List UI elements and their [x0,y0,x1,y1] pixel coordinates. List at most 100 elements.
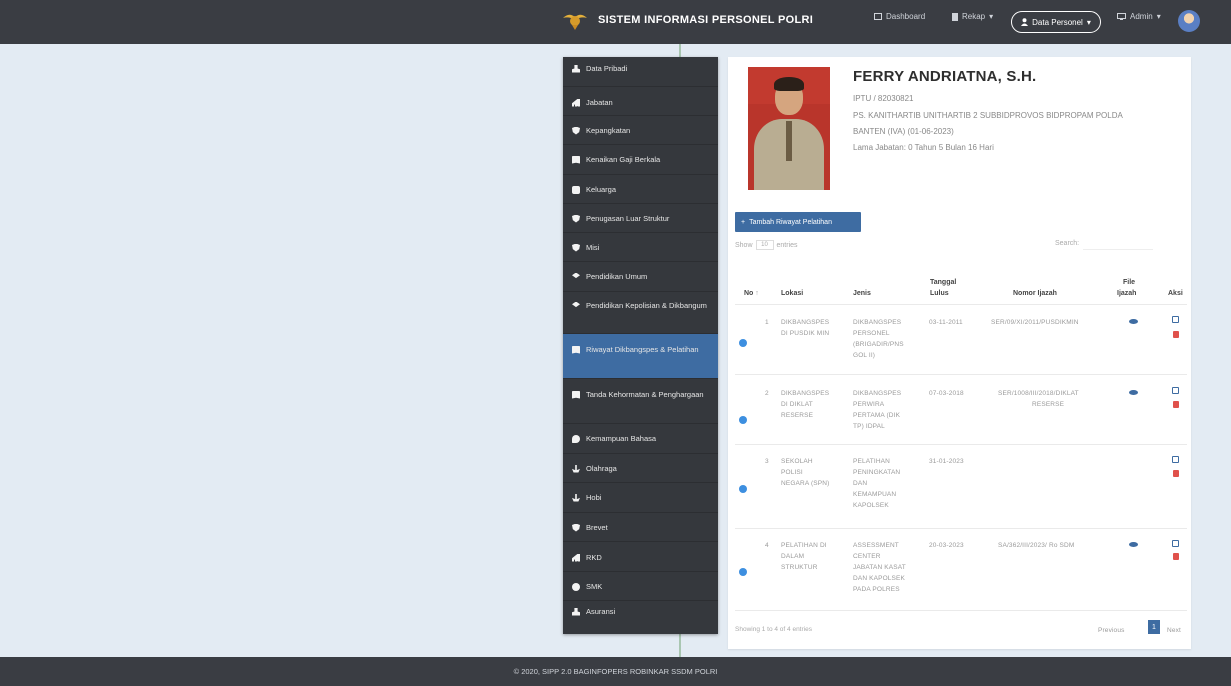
edit-icon[interactable] [1172,540,1179,547]
expand-row-icon[interactable] [739,568,747,576]
caret-down-icon: ▾ [989,12,994,21]
sidebar-item-label: Keluarga [586,185,617,194]
add-training-button[interactable]: + Tambah Riwayat Pelatihan [735,212,861,232]
sidebar-item-riwayat-dikbangspes[interactable]: Riwayat Dikbangspes & Pelatihan [563,334,718,379]
show-label: Show [735,241,753,249]
anchor-icon [572,464,580,473]
row4-jenis-4: DAN KAPOLSEK [853,575,906,582]
edit-icon[interactable] [1172,387,1179,394]
book-icon [572,390,580,399]
expand-row-icon[interactable] [739,485,747,493]
sidebar-item-tanda-kehormatan[interactable]: Tanda Kehormatan & Penghargaan [563,379,718,424]
user-avatar[interactable] [1178,10,1200,32]
delete-icon[interactable] [1173,470,1179,477]
pagination-previous[interactable]: Previous [1098,626,1125,637]
caret-down-icon: ▾ [1086,17,1091,27]
circle-icon [572,582,580,591]
row1-jenis-3: (BRIGADIR/PNS [853,341,904,348]
edit-icon[interactable] [1172,456,1179,463]
sidebar-item-label: Misi [586,243,600,252]
expand-row-icon[interactable] [739,416,747,424]
col-header-file[interactable]: File [1123,277,1135,288]
row2-jenis-1: DIKBANGSPES [853,390,902,397]
delete-icon[interactable] [1173,401,1179,408]
row3-lokasi-1: SEKOLAH [781,458,813,465]
sidebar-item-smk[interactable]: SMK [563,572,718,601]
row4-jenis-1: ASSESSMENT [853,542,899,549]
sidebar-item-kepangkatan[interactable]: Kepangkatan [563,116,718,145]
brand[interactable]: SISTEM INFORMASI PERSONEL POLRI [562,9,813,31]
edit-icon[interactable] [1172,316,1179,323]
row3-jenis-1: PELATIHAN [853,458,890,465]
delete-icon[interactable] [1173,331,1179,338]
row3-jenis-3: DAN [853,480,868,487]
sidebar-item-label: Pendidikan Kepolisian & Dikbangum [586,301,707,310]
sidebar-item-label: Kemampuan Bahasa [586,434,657,443]
view-file-icon[interactable] [1129,390,1138,395]
sidebar-item-pendidikan-kepolisian[interactable]: Pendidikan Kepolisian & Dikbangum [563,292,718,334]
expand-row-icon[interactable] [739,339,747,347]
sidebar-item-jabatan[interactable]: Jabatan [563,87,718,116]
row1-lokasi-1: DIKBANGSPES [781,319,830,326]
row4-jenis-2: CENTER [853,553,881,560]
file-icon [952,12,958,21]
row2-jenis-2: PERWIRA [853,401,885,408]
view-file-icon[interactable] [1129,319,1138,324]
profile-position-line2: BANTEN (IVA) (01-06-2023) [853,127,954,136]
nav-admin[interactable]: Admin ▾ [1117,12,1161,21]
search-input[interactable] [1083,240,1154,250]
sidebar-item-pendidikan-umum[interactable]: Pendidikan Umum [563,262,718,292]
shield-icon [572,126,580,135]
view-file-icon[interactable] [1129,542,1138,547]
sidebar-item-olahraga[interactable]: Olahraga [563,454,718,483]
shield-icon [572,523,580,532]
row4-lokasi-1: PELATIHAN DI [781,542,827,549]
pagination-page-1[interactable]: 1 [1148,620,1160,634]
sidebar-item-kemampuan-bahasa[interactable]: Kemampuan Bahasa [563,424,718,454]
row1-jenis-2: PERSONEL [853,330,890,337]
sidebar-item-penugasan-luar-struktur[interactable]: Penugasan Luar Struktur [563,204,718,233]
row2-tanggal: 07-03-2018 [929,390,964,397]
row2-no: 2 [765,390,769,397]
sidebar-item-asuransi[interactable]: Asuransi [563,601,718,623]
user-icon [572,64,580,73]
pagination-next[interactable]: Next [1167,626,1181,637]
sidebar-item-label: Data Pribadi [586,64,628,73]
sidebar-item-rkd[interactable]: RKD [563,542,718,572]
nav-data-personel[interactable]: Data Personel ▾ [1011,11,1101,33]
entries-select[interactable]: 10 [755,240,774,250]
row-divider [735,444,1187,445]
entries-label: entries [776,241,798,249]
sidebar-item-label: Brevet [586,523,608,532]
sidebar-item-label: Pendidikan Umum [586,272,648,281]
sidebar-item-hobi[interactable]: Hobi [563,483,718,513]
sidebar-item-keluarga[interactable]: Keluarga [563,175,718,204]
col-header-no[interactable]: No ↑ [744,288,759,299]
delete-icon[interactable] [1173,553,1179,560]
col-header-jenis[interactable]: Jenis [853,288,871,299]
graduation-cap-icon [572,301,580,308]
dashboard-icon [874,13,882,20]
header-divider [735,304,1187,305]
entries-length: Show 10 entries [735,240,798,250]
nav-rekap[interactable]: Rekap ▾ [952,12,993,21]
row3-jenis-2: PENINGKATAN [853,469,901,476]
col-header-lokasi[interactable]: Lokasi [781,288,803,299]
col-header-aksi[interactable]: Aksi [1168,288,1183,299]
sidebar-item-data-pribadi[interactable]: Data Pribadi [563,57,718,87]
nav-dashboard[interactable]: Dashboard [874,12,925,21]
profile-tenure: Lama Jabatan: 0 Tahun 5 Bulan 16 Hari [853,143,994,152]
col-header-tanggal[interactable]: Tanggal [930,277,956,288]
profile-photo [748,67,830,190]
polri-logo [562,9,588,31]
nav-admin-label: Admin [1130,12,1153,21]
col-header-nomor-ijazah[interactable]: Nomor Ijazah [1013,288,1057,299]
row1-lokasi-2: DI PUSDIK MIN [781,330,830,337]
sidebar-item-label: Penugasan Luar Struktur [586,214,670,223]
anchor-icon [572,493,580,502]
sidebar-item-label: Tanda Kehormatan & Penghargaan [586,390,704,399]
sidebar-item-misi[interactable]: Misi [563,233,718,262]
sidebar-item-kenaikan-gaji[interactable]: Kenaikan Gaji Berkala [563,145,718,175]
row2-nomor-2: RESERSE [1032,401,1065,408]
sidebar-item-brevet[interactable]: Brevet [563,513,718,542]
